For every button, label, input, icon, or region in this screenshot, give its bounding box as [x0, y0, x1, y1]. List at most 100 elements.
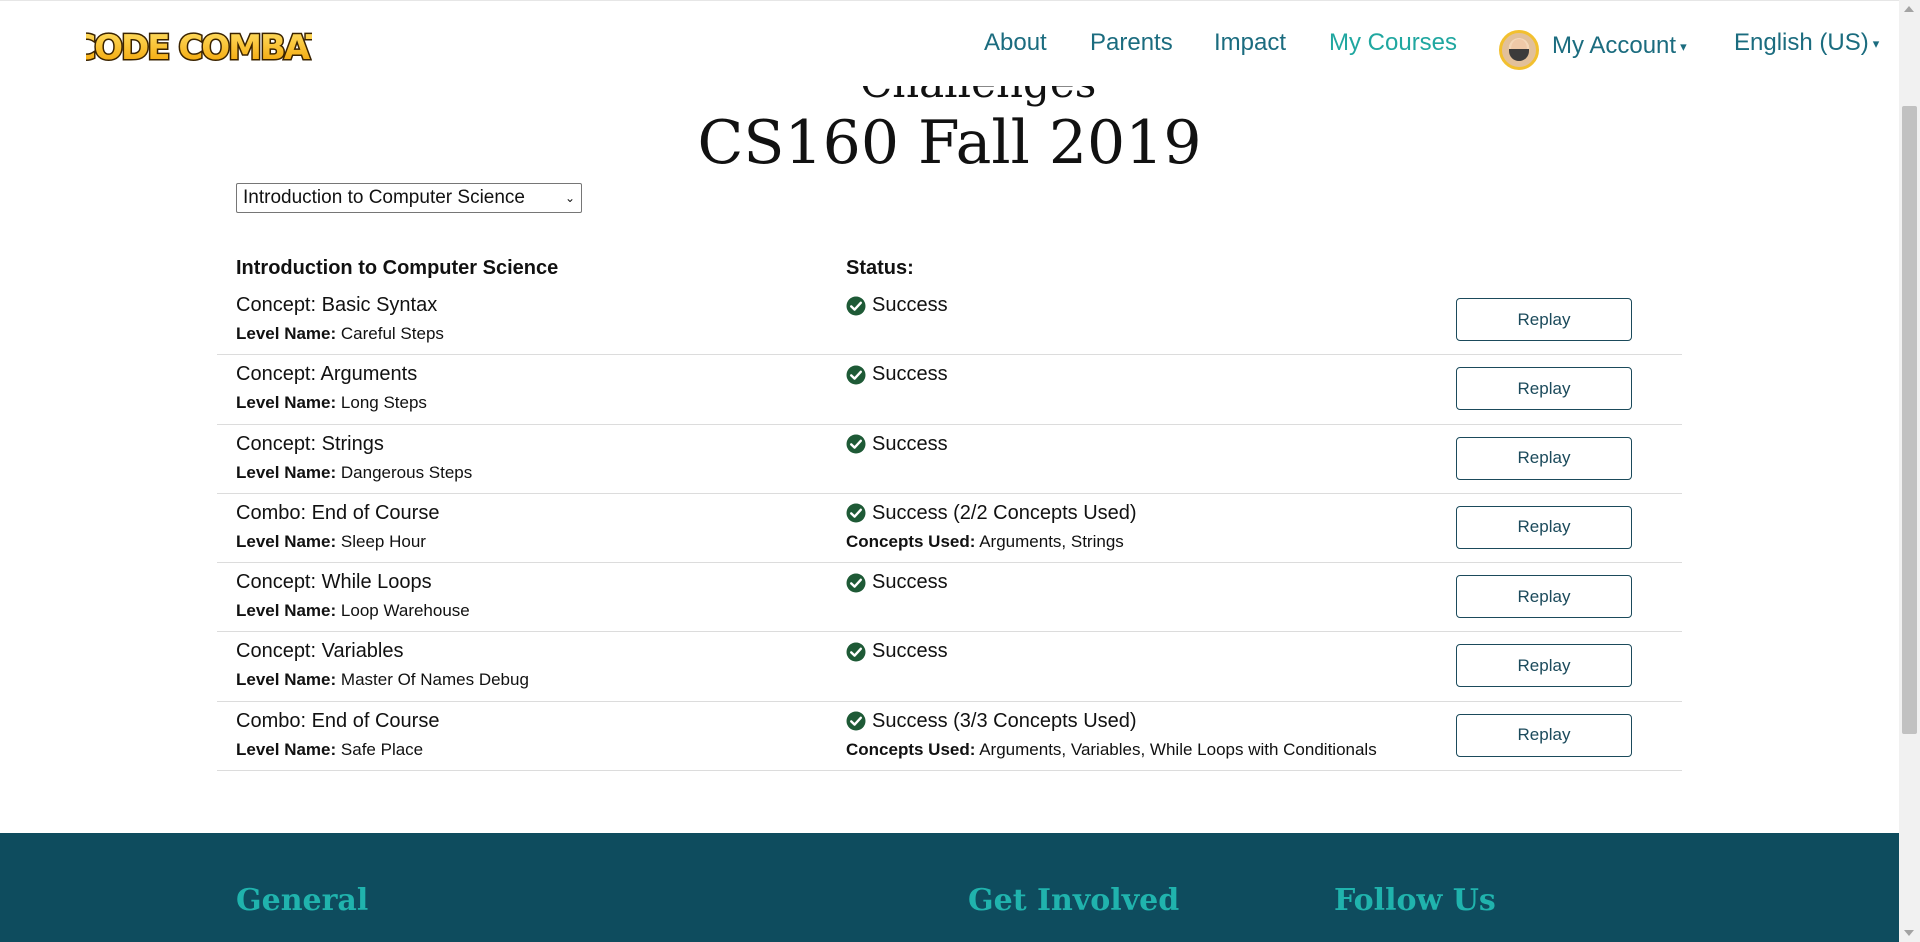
row-level: Level Name: Master Of Names Debug	[236, 670, 529, 690]
footer-heading-get-involved: Get Involved	[968, 883, 1180, 918]
replay-button[interactable]: Replay	[1456, 367, 1632, 411]
row-level: Level Name: Safe Place	[236, 740, 423, 760]
table-row: Combo: End of Course Level Name: Sleep Ho…	[217, 494, 1682, 564]
level-name-value: Loop Warehouse	[340, 601, 470, 621]
scroll-down-arrow-icon[interactable]	[1904, 930, 1914, 936]
nav-my-courses[interactable]: My Courses	[1329, 29, 1457, 57]
status-text: Success	[872, 640, 948, 663]
replay-button[interactable]: Replay	[1456, 713, 1632, 757]
page-viewport: CODE COMBAT About Parents Impact My Cour…	[0, 0, 1899, 942]
row-status: Success (3/3 Concepts Used)	[846, 710, 1137, 733]
level-name-value: Long Steps	[340, 393, 427, 413]
concepts-used-label: Concepts Used:	[846, 739, 976, 759]
footer-heading-follow-us: Follow Us	[1334, 883, 1496, 918]
row-level: Level Name: Sleep Hour	[236, 532, 426, 552]
status-text: Success	[872, 363, 948, 386]
row-concept: Concept: While Loops	[236, 571, 432, 594]
row-concept: Combo: End of Course	[236, 709, 440, 732]
nav-parents[interactable]: Parents	[1090, 29, 1173, 57]
row-concept: Concept: Variables	[236, 640, 404, 663]
nav-about[interactable]: About	[984, 29, 1047, 57]
level-name-value: Master Of Names Debug	[340, 670, 529, 690]
concepts-used-value: Arguments, Strings	[979, 531, 1124, 551]
row-concept: Combo: End of Course	[236, 501, 440, 524]
table-row: Concept: Arguments Level Name: Long Steps…	[217, 355, 1682, 425]
level-name-value: Safe Place	[340, 739, 424, 759]
row-status: Success (2/2 Concepts Used)	[846, 502, 1137, 525]
check-circle-icon	[846, 434, 866, 454]
table-row: Concept: Basic Syntax Level Name: Careful…	[217, 286, 1682, 356]
concepts-used-label: Concepts Used:	[846, 531, 976, 551]
table-row: Concept: Strings Level Name: Dangerous St…	[217, 425, 1682, 494]
replay-button[interactable]: Replay	[1456, 505, 1632, 549]
site-header: CODE COMBAT About Parents Impact My Cour…	[0, 0, 1899, 86]
replay-button[interactable]: Replay	[1456, 575, 1632, 619]
vertical-scrollbar[interactable]	[1899, 0, 1920, 942]
site-footer: General Get Involved Follow Us	[0, 833, 1899, 942]
status-text: Success	[872, 432, 948, 455]
level-name-value: Sleep Hour	[340, 531, 426, 551]
check-circle-icon	[846, 573, 866, 593]
avatar[interactable]	[1499, 30, 1539, 70]
course-select-value: Introduction to Computer Science	[243, 187, 525, 208]
my-account-label: My Account	[1552, 32, 1677, 59]
logo-text: CODE COMBAT	[86, 28, 312, 68]
course-select[interactable]: Introduction to Computer Science ⌄	[236, 183, 582, 213]
check-circle-icon	[846, 503, 866, 523]
my-account-menu[interactable]: My Account ▾	[1552, 32, 1687, 60]
concepts-used: Concepts Used: Arguments, Strings	[846, 532, 1124, 552]
row-concept: Concept: Basic Syntax	[236, 294, 438, 316]
status-text: Success (3/3 Concepts Used)	[872, 709, 1137, 732]
table-header-course: Introduction to Computer Science	[236, 257, 559, 279]
caret-down-icon: ▾	[1872, 35, 1880, 51]
row-level: Level Name: Long Steps	[236, 393, 427, 413]
row-level: Level Name: Loop Warehouse	[236, 601, 470, 621]
row-status: Success	[846, 294, 948, 317]
row-status: Success	[846, 363, 948, 386]
row-concept: Concept: Strings	[236, 432, 384, 455]
replay-button[interactable]: Replay	[1456, 644, 1632, 688]
replay-button[interactable]: Replay	[1456, 298, 1632, 341]
row-status: Success	[846, 433, 948, 456]
status-text: Success (2/2 Concepts Used)	[872, 501, 1137, 524]
language-menu[interactable]: English (US) ▾	[1734, 29, 1879, 57]
check-circle-icon	[846, 711, 866, 731]
table-header-status: Status:	[846, 257, 914, 279]
scroll-up-arrow-icon[interactable]	[1904, 6, 1914, 12]
check-circle-icon	[846, 642, 866, 662]
chevron-down-icon: ⌄	[564, 191, 575, 205]
footer-heading-general: General	[236, 883, 369, 918]
table-row: Concept: Variables Level Name: Master Of …	[217, 632, 1682, 702]
check-circle-icon	[846, 365, 866, 385]
status-text: Success	[872, 294, 948, 316]
level-name-label: Level Name:	[236, 324, 337, 343]
nav-impact[interactable]: Impact	[1214, 29, 1286, 57]
caret-down-icon: ▾	[1680, 38, 1687, 54]
level-name-label: Level Name:	[236, 462, 337, 482]
row-status: Success	[846, 640, 948, 663]
levels-table: Concept: Basic Syntax Level Name: Careful…	[217, 286, 1682, 772]
table-row: Combo: End of Course Level Name: Safe Pla…	[217, 702, 1682, 772]
table-row: Concept: While Loops Level Name: Loop War…	[217, 563, 1682, 633]
replay-button[interactable]: Replay	[1456, 436, 1632, 480]
level-name-value: Dangerous Steps	[340, 462, 473, 482]
avatar-beard	[1509, 49, 1529, 61]
page-title: CS160 Fall 2019	[697, 108, 1202, 178]
codecombat-logo[interactable]: CODE COMBAT	[86, 19, 312, 71]
scrollbar-thumb[interactable]	[1902, 106, 1917, 734]
level-name-value: Careful Steps	[340, 324, 444, 343]
row-level: Level Name: Careful Steps	[236, 324, 444, 344]
level-name-label: Level Name:	[236, 393, 337, 413]
level-name-label: Level Name:	[236, 670, 337, 690]
level-name-label: Level Name:	[236, 531, 337, 551]
row-level: Level Name: Dangerous Steps	[236, 463, 472, 483]
concepts-used: Concepts Used: Arguments, Variables, Whi…	[846, 740, 1377, 760]
check-circle-icon	[846, 296, 866, 315]
language-label: English (US)	[1734, 29, 1869, 56]
level-name-label: Level Name:	[236, 601, 337, 621]
concepts-used-value: Arguments, Variables, While Loops with C…	[979, 739, 1377, 759]
row-concept: Concept: Arguments	[236, 363, 418, 386]
status-text: Success	[872, 571, 948, 594]
row-status: Success	[846, 571, 948, 594]
level-name-label: Level Name:	[236, 739, 337, 759]
